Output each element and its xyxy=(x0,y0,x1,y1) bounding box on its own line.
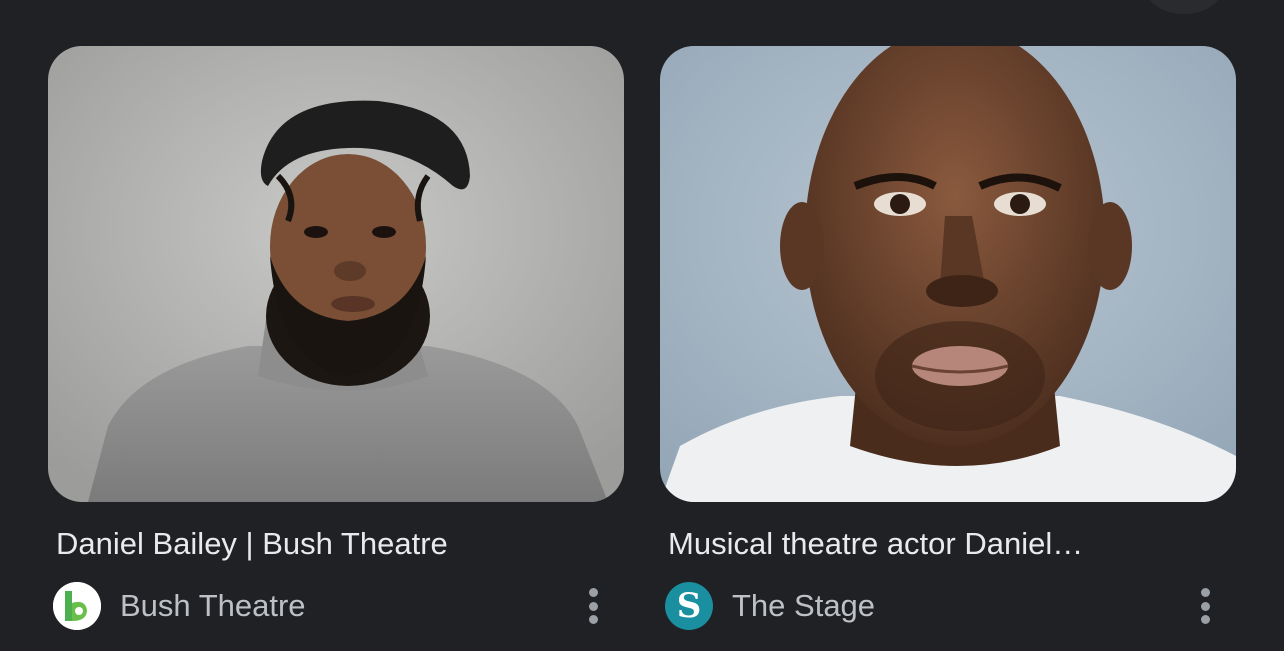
result-thumbnail[interactable] xyxy=(48,46,624,502)
result-thumbnail[interactable] xyxy=(660,46,1236,502)
source-name[interactable]: Bush Theatre xyxy=(120,588,306,624)
result-title[interactable]: Daniel Bailey | Bush Theatre xyxy=(48,524,576,564)
image-result-card[interactable]: Daniel Bailey | Bush Theatre Bush Theatr… xyxy=(48,46,624,630)
portrait-photo-man-beanie xyxy=(48,46,624,502)
source-name[interactable]: The Stage xyxy=(732,588,875,624)
the-stage-logo-icon: S xyxy=(665,582,713,630)
image-result-card[interactable]: Musical theatre actor Daniel… S The Stag… xyxy=(660,46,1236,630)
result-source-row: S The Stage xyxy=(660,582,1236,630)
image-results-page: Daniel Bailey | Bush Theatre Bush Theatr… xyxy=(0,0,1284,651)
scroll-top-button[interactable] xyxy=(1142,0,1226,14)
more-vert-icon[interactable] xyxy=(1192,588,1218,624)
result-source-row: Bush Theatre xyxy=(48,582,624,630)
favicon-letter: S xyxy=(676,586,702,626)
portrait-photo-man-closeup xyxy=(660,46,1236,502)
result-title[interactable]: Musical theatre actor Daniel… xyxy=(660,524,1188,564)
bush-theatre-logo-icon xyxy=(53,582,101,630)
more-vert-icon[interactable] xyxy=(580,588,606,624)
